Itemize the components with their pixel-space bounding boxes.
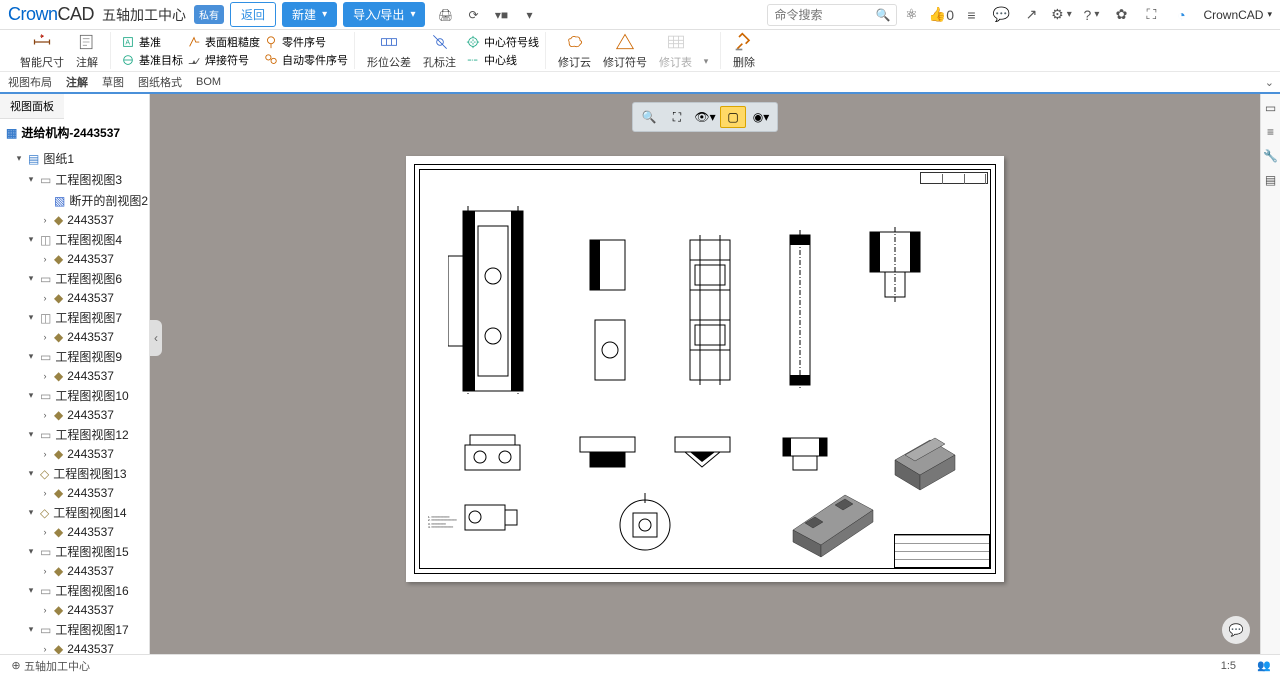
surface-roughness-tool[interactable]: 表面粗糙度 bbox=[187, 34, 260, 50]
visibility-icon[interactable]: 👁▾ bbox=[692, 106, 718, 128]
tree-child[interactable]: ›◆2443537 bbox=[0, 211, 149, 229]
share-icon[interactable]: ↗ bbox=[1023, 7, 1039, 23]
tree-view-13[interactable]: ▾◇工程图视图13 bbox=[0, 463, 149, 484]
command-search[interactable]: 🔍 bbox=[767, 4, 897, 26]
privacy-badge: 私有 bbox=[194, 5, 224, 24]
gear-icon[interactable]: ⚙ bbox=[1053, 7, 1069, 23]
auto-part-number-tool[interactable]: 自动零件序号 bbox=[264, 52, 348, 68]
list-icon[interactable]: ≡ bbox=[963, 7, 979, 23]
tab-sheet-format[interactable]: 图纸格式 bbox=[138, 71, 182, 93]
revision-symbol-tool[interactable]: 修订符号 bbox=[597, 32, 653, 70]
chat-icon[interactable]: 💬 bbox=[993, 7, 1009, 23]
sidebar-collapse-handle[interactable]: ‹ bbox=[150, 320, 162, 356]
sheet-view-icon[interactable]: ▢ bbox=[720, 106, 746, 128]
weld-symbol-tool[interactable]: 焊接符号 bbox=[187, 52, 260, 68]
crown-icon[interactable]: ◔ bbox=[1173, 7, 1189, 23]
tree-child[interactable]: ›◆2443537 bbox=[0, 484, 149, 502]
display-style-icon[interactable]: ◉▾ bbox=[748, 106, 774, 128]
fullscreen-icon[interactable]: ⛶ bbox=[1143, 7, 1159, 23]
center-line-tool[interactable]: 中心线 bbox=[466, 52, 539, 68]
tree-view-12[interactable]: ▾▭工程图视图12 bbox=[0, 424, 149, 445]
tree-view-7[interactable]: ▾◫工程图视图7 bbox=[0, 307, 149, 328]
status-doc-name: 五轴加工中心 bbox=[24, 658, 90, 674]
tree-view-17[interactable]: ▾▭工程图视图17 bbox=[0, 619, 149, 640]
tree-child[interactable]: ›◆2443537 bbox=[0, 523, 149, 541]
annotate-tool[interactable]: 注解 bbox=[70, 32, 104, 70]
status-scale[interactable]: 1:5 bbox=[1221, 660, 1236, 672]
flag-icon[interactable]: ▾■ bbox=[493, 7, 509, 23]
drawing-canvas[interactable]: 🔍 ⛶ 👁▾ ▢ ◉▾ bbox=[150, 94, 1260, 654]
chat-bubble-icon[interactable]: 💬 bbox=[1222, 616, 1250, 644]
settings2-icon[interactable]: ✿ bbox=[1113, 7, 1129, 23]
tree-child[interactable]: ›◆2443537 bbox=[0, 250, 149, 268]
title-block bbox=[894, 534, 990, 568]
tree-view-4[interactable]: ▾◫工程图视图4 bbox=[0, 229, 149, 250]
datum-tool[interactable]: A基准 bbox=[121, 34, 183, 50]
panel-icon-4[interactable]: ▤ bbox=[1263, 172, 1279, 188]
drawing-notes: 1. ━━━━━━━━━━2. ━━━━━━━━━━━━━━3. ━━━━━━━… bbox=[428, 516, 568, 530]
tree-child[interactable]: ›◆2443537 bbox=[0, 562, 149, 580]
tab-annotate[interactable]: 注解 bbox=[66, 71, 88, 93]
app-logo[interactable]: CrownCAD bbox=[8, 4, 94, 25]
tree-view-10[interactable]: ▾▭工程图视图10 bbox=[0, 385, 149, 406]
tree-view-16[interactable]: ▾▭工程图视图16 bbox=[0, 580, 149, 601]
collapse-ribbon-icon[interactable]: ⌄ bbox=[1265, 76, 1274, 89]
refresh-icon[interactable]: ⟳ bbox=[465, 7, 481, 23]
tree-child[interactable]: ›◆2443537 bbox=[0, 640, 149, 654]
doc-title: 五轴加工中心 bbox=[102, 5, 186, 25]
part-number-tool[interactable]: 零件序号 bbox=[264, 34, 348, 50]
svg-text:A: A bbox=[125, 39, 130, 46]
back-button[interactable]: 返回 bbox=[230, 2, 276, 27]
tree-view-3[interactable]: ▾▭工程图视图3 bbox=[0, 169, 149, 190]
search-icon[interactable]: 🔍 bbox=[876, 7, 891, 23]
hole-callout-tool[interactable]: 孔标注 bbox=[417, 32, 462, 70]
datum-target-tool[interactable]: 基准目标 bbox=[121, 52, 183, 68]
revision-cloud-tool[interactable]: 修订云 bbox=[552, 32, 597, 70]
tree-child[interactable]: ›◆2443537 bbox=[0, 445, 149, 463]
tree-view-14[interactable]: ▾◇工程图视图14 bbox=[0, 502, 149, 523]
tree-broken-section[interactable]: ▧断开的剖视图2 bbox=[0, 190, 149, 211]
tab-layout[interactable]: 视图布局 bbox=[8, 71, 52, 93]
view-toolbar: 🔍 ⛶ 👁▾ ▢ ◉▾ bbox=[632, 102, 778, 132]
new-button[interactable]: 新建 bbox=[282, 2, 337, 27]
center-symbol-tool[interactable]: 中心符号线 bbox=[466, 34, 539, 50]
help-icon[interactable]: ? bbox=[1083, 7, 1099, 23]
tab-sketch[interactable]: 草图 bbox=[102, 71, 124, 93]
smart-dimension-tool[interactable]: 智能尺寸 bbox=[14, 32, 70, 70]
like-icon[interactable]: 👍0 bbox=[933, 7, 949, 23]
print-icon[interactable]: 🖨 bbox=[437, 7, 453, 23]
import-export-button[interactable]: 导入/导出 bbox=[343, 2, 425, 27]
tree-child[interactable]: ›◆2443537 bbox=[0, 406, 149, 424]
panel-icon-3[interactable]: 🔧 bbox=[1263, 148, 1279, 164]
tree-child[interactable]: ›◆2443537 bbox=[0, 328, 149, 346]
zoom-in-icon[interactable]: 🔍 bbox=[636, 106, 662, 128]
tree-child[interactable]: ›◆2443537 bbox=[0, 289, 149, 307]
drawing-sheet[interactable]: 1. ━━━━━━━━━━2. ━━━━━━━━━━━━━━3. ━━━━━━━… bbox=[406, 156, 1004, 582]
tree-sheet[interactable]: ▾▤图纸1 bbox=[0, 148, 149, 169]
panel-icon-2[interactable]: ≡ bbox=[1263, 124, 1279, 140]
sidebar-panel-tab[interactable]: 视图面板 bbox=[0, 94, 64, 119]
delete-tool[interactable]: 删除 bbox=[727, 32, 761, 70]
tree-view-15[interactable]: ▾▭工程图视图15 bbox=[0, 541, 149, 562]
tree-child[interactable]: ›◆2443537 bbox=[0, 601, 149, 619]
network-icon[interactable]: ⚛ bbox=[903, 7, 919, 23]
tree-view-6[interactable]: ▾▭工程图视图6 bbox=[0, 268, 149, 289]
chevron-down-icon[interactable]: ▾ bbox=[521, 7, 537, 23]
account-menu[interactable]: CrownCAD▾ bbox=[1203, 8, 1272, 22]
search-input[interactable] bbox=[774, 8, 875, 22]
status-doc-icon: ⊕ bbox=[8, 658, 24, 674]
zoom-fit-icon[interactable]: ⛶ bbox=[664, 106, 690, 128]
geometric-tolerance-tool[interactable]: 形位公差 bbox=[361, 32, 417, 70]
sidebar-doc-title[interactable]: ▦进给机构-2443537 bbox=[0, 119, 149, 146]
panel-icon-1[interactable]: ▭ bbox=[1263, 100, 1279, 116]
users-icon[interactable]: 👥 bbox=[1256, 658, 1272, 674]
revision-table-tool[interactable]: 修订表 bbox=[653, 32, 698, 70]
tree-child[interactable]: ›◆2443537 bbox=[0, 367, 149, 385]
revision-dropdown[interactable]: ▾ bbox=[698, 53, 714, 69]
tree-view-9[interactable]: ▾▭工程图视图9 bbox=[0, 346, 149, 367]
tab-bom[interactable]: BOM bbox=[196, 73, 221, 91]
